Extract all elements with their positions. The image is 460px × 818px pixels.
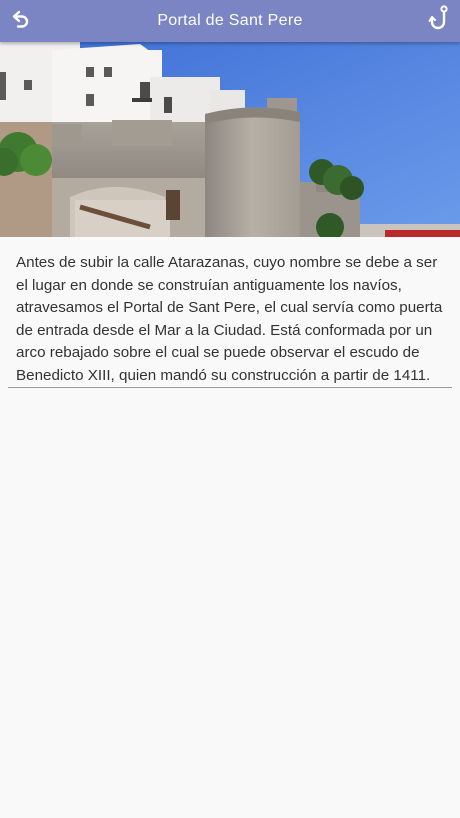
- top-app-bar: Portal de Sant Pere: [0, 0, 460, 42]
- description-text: Antes de subir la calle Atarazanas, cuyo…: [16, 254, 443, 384]
- divider: [8, 387, 452, 388]
- back-arrow-icon: [11, 9, 31, 34]
- hook-icon: [427, 4, 451, 38]
- back-button[interactable]: [6, 6, 36, 36]
- hook-button[interactable]: [424, 4, 454, 38]
- page-title: Portal de Sant Pere: [157, 12, 303, 29]
- portal-photo: [0, 42, 460, 237]
- hero-image: [0, 42, 460, 237]
